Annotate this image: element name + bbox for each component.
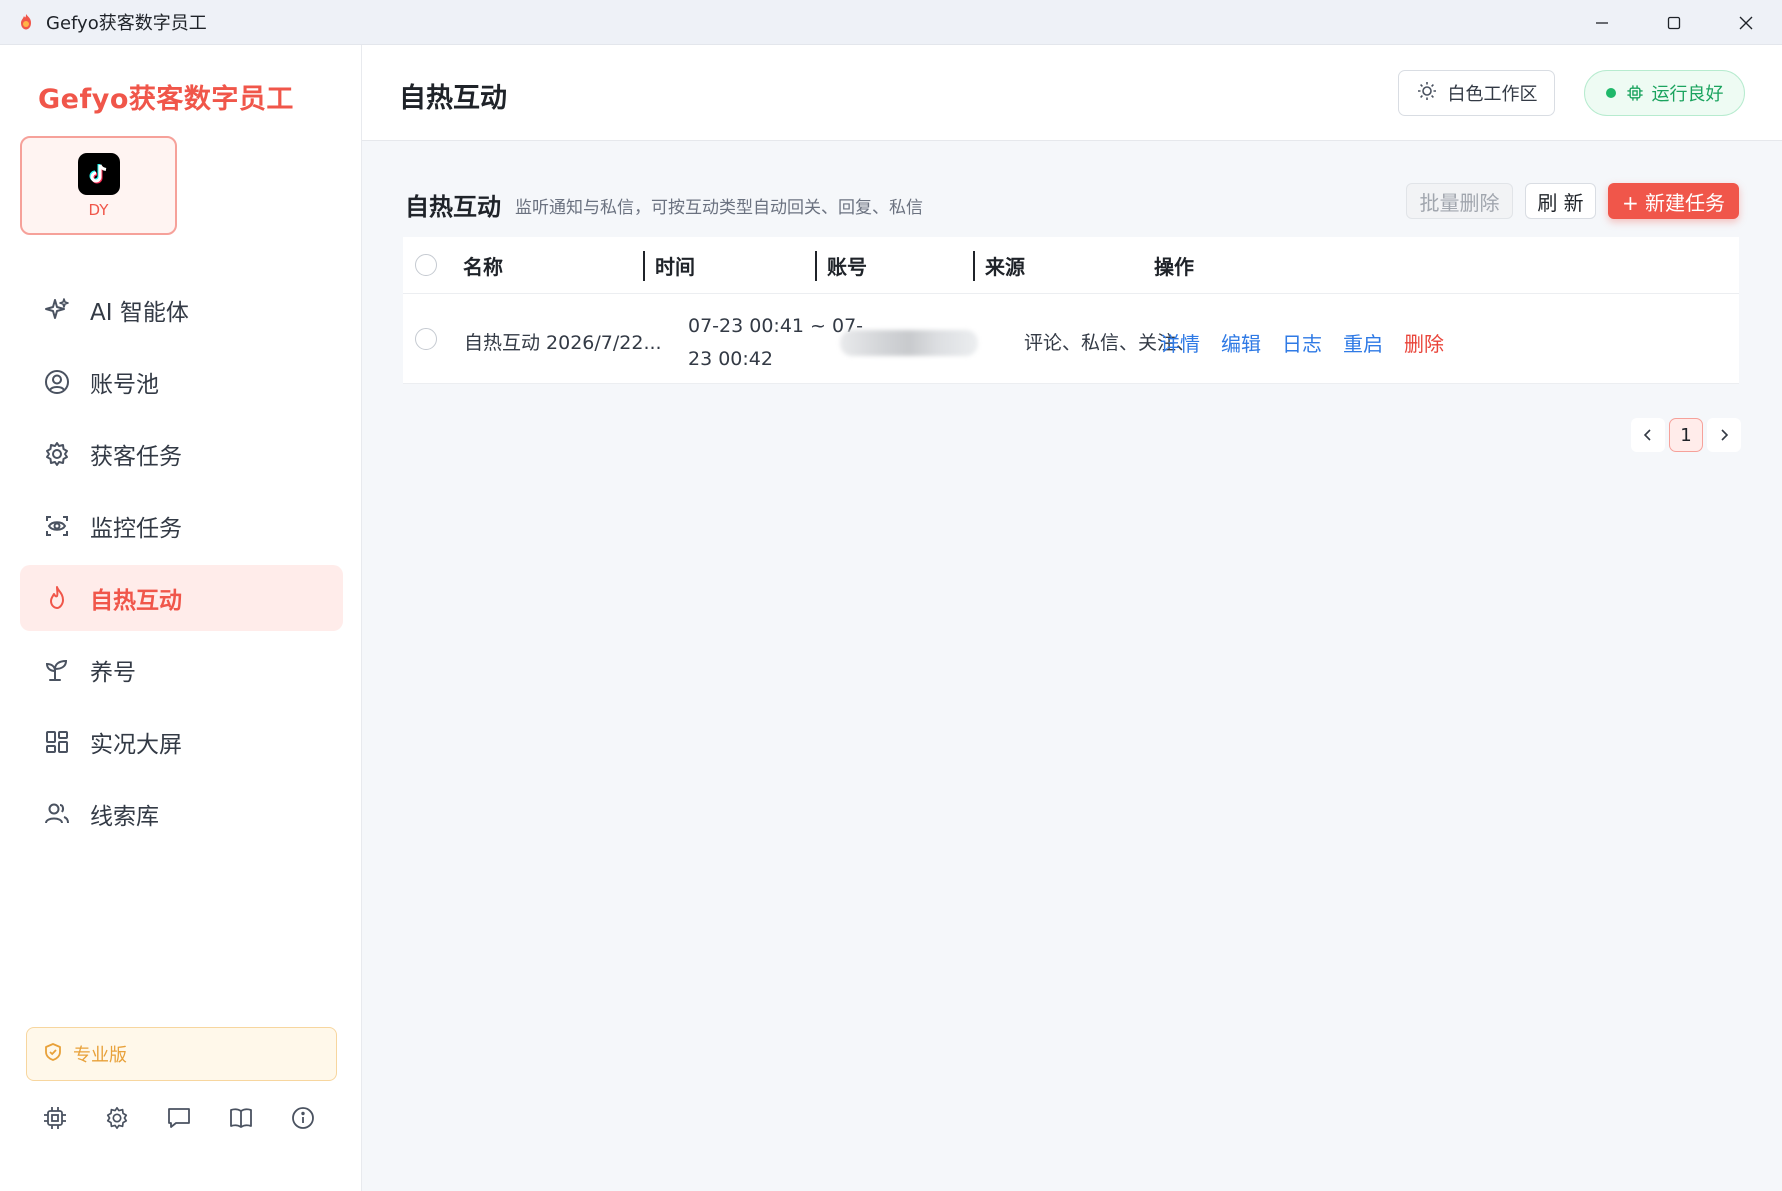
chip-icon [1626,84,1644,102]
sidebar-item-label: 监控任务 [90,516,182,542]
section-title: 自热互动 [405,193,501,221]
pagination: 1 [1631,418,1741,452]
window-titlebar: Gefyo获客数字员工 [0,0,1782,45]
column-divider [973,251,975,281]
maximize-button[interactable] [1638,0,1710,45]
window-title: Gefyo获客数字员工 [46,13,207,34]
sidebar-item-monitor-tasks[interactable]: 监控任务 [20,493,343,559]
close-window-button[interactable] [1710,0,1782,45]
details-link[interactable]: 详情 [1160,328,1200,357]
column-header-source: 来源 [985,255,1025,279]
sidebar-item-live-dashboard[interactable]: 实况大屏 [20,709,343,775]
page-header: 自热互动 白色工作区 运行良好 [362,45,1782,141]
main-content: 自热互动 白色工作区 运行良好 自热互动 监听通知与私信，可按互动类型自动回关、… [362,45,1782,1191]
edition-label: 专业版 [73,1045,127,1066]
account-redacted [840,330,978,356]
book-icon[interactable] [226,1103,256,1133]
page-number-current[interactable]: 1 [1669,418,1703,452]
scan-eye-icon [42,511,72,541]
chevron-left-icon [1643,429,1651,441]
gear-icon [42,439,72,469]
delete-link[interactable]: 删除 [1404,328,1444,357]
sidebar-item-label: 实况大屏 [90,732,182,758]
chevron-right-icon [1721,429,1729,441]
sidebar-item-label: AI 智能体 [90,300,189,326]
sidebar-item-label: 账号池 [90,372,159,398]
column-header-name: 名称 [463,255,503,279]
flame-icon [42,583,72,613]
table-header: 名称 时间 账号 来源 操作 [403,237,1739,294]
page-title: 自热互动 [399,83,507,114]
sidebar-item-lead-library[interactable]: 线索库 [20,781,343,847]
sun-icon [1416,80,1438,107]
edition-badge[interactable]: 专业版 [26,1027,337,1081]
column-divider [643,251,645,281]
theme-toggle-button[interactable]: 白色工作区 [1398,70,1555,116]
sidebar-item-acquisition-tasks[interactable]: 获客任务 [20,421,343,487]
sidebar-item-account-nurturing[interactable]: 养号 [20,637,343,703]
close-icon [1739,16,1753,29]
platform-selector[interactable]: DY [20,136,177,235]
next-page-button[interactable] [1707,418,1741,452]
message-icon[interactable] [164,1103,194,1133]
user-circle-icon [42,367,72,397]
status-badge: 运行良好 [1584,70,1745,116]
sidebar-item-label: 养号 [90,660,136,686]
users-icon [42,799,72,829]
status-label: 运行良好 [1651,84,1724,105]
brand-title: Gefyo获客数字员工 [38,84,294,115]
minimize-icon [1596,21,1608,24]
column-header-actions: 操作 [1154,255,1194,279]
sparkle-icon [42,295,72,325]
log-link[interactable]: 日志 [1282,328,1322,357]
edit-link[interactable]: 编辑 [1221,328,1261,357]
sprout-icon [42,655,72,685]
sidebar-item-label: 自热互动 [90,588,182,614]
task-name: 自热互动 2026/7/22... [464,332,662,354]
app-logo-icon [16,12,36,32]
refresh-button[interactable]: 刷 新 [1525,183,1596,219]
gear-icon[interactable] [102,1103,132,1133]
sidebar-item-self-heat-interaction[interactable]: 自热互动 [20,565,343,631]
select-all-checkbox[interactable] [415,254,437,276]
sidebar-nav: AI 智能体 账号池 获客任务 监控任务 自热互动 养号 实况大屏 线索库 [20,277,343,853]
info-icon[interactable] [288,1103,318,1133]
sidebar-item-label: 线索库 [90,804,159,830]
prev-page-button[interactable] [1631,418,1665,452]
maximize-icon [1667,16,1681,29]
sidebar: Gefyo获客数字员工 DY AI 智能体 账号池 获客任务 监控任务 自热互动… [0,45,362,1191]
sidebar-item-label: 获客任务 [90,444,182,470]
column-header-account: 账号 [827,255,867,279]
chip-icon[interactable] [40,1103,70,1133]
column-header-time: 时间 [655,255,695,279]
row-checkbox[interactable] [415,328,437,350]
task-table: 名称 时间 账号 来源 操作 自热互动 2026/7/22... 07-23 0… [403,237,1739,384]
sidebar-footer-toolbar [40,1103,350,1133]
sidebar-item-account-pool[interactable]: 账号池 [20,349,343,415]
grid-icon [42,727,72,757]
window-controls [1566,0,1782,45]
sidebar-item-ai-agent[interactable]: AI 智能体 [20,277,343,343]
restart-link[interactable]: 重启 [1343,328,1383,357]
shield-check-icon [43,1042,63,1066]
platform-label: DY [88,200,109,219]
tiktok-icon [77,152,120,195]
status-dot [1605,88,1616,98]
batch-delete-button[interactable]: 批量删除 [1406,183,1513,219]
minimize-button[interactable] [1566,0,1638,45]
new-task-button[interactable]: + 新建任务 [1608,183,1739,219]
theme-toggle-label: 白色工作区 [1447,84,1538,105]
section-description: 监听通知与私信，可按互动类型自动回关、回复、私信 [515,198,923,218]
column-divider [815,251,817,281]
table-row: 自热互动 2026/7/22... 07-23 00:41 ~ 07- 23 0… [403,294,1739,384]
